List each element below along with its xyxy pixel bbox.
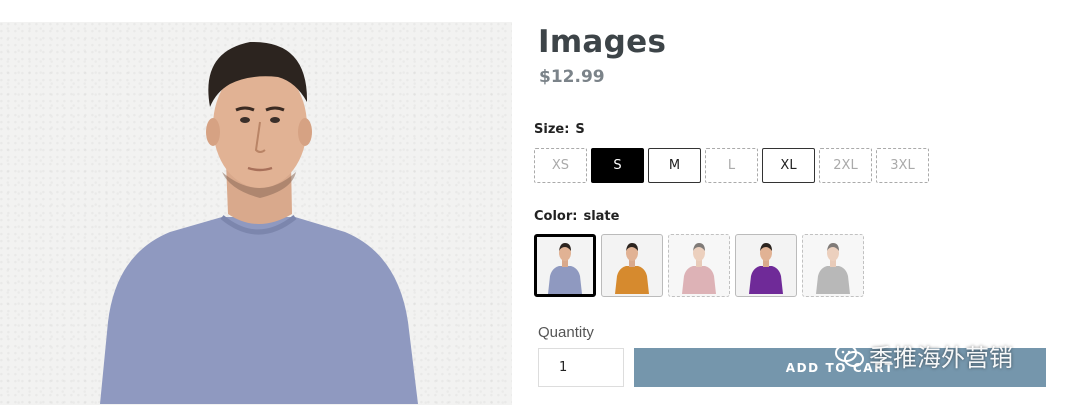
color-selector <box>534 234 864 297</box>
size-option-l[interactable]: L <box>705 148 758 183</box>
size-option-s[interactable]: S <box>591 148 644 183</box>
swatch-thumbnail <box>816 242 850 294</box>
size-option-2xl[interactable]: 2XL <box>819 148 872 183</box>
color-option-label: Color: slate <box>534 209 619 224</box>
product-image <box>0 22 512 405</box>
wechat-icon <box>835 343 864 367</box>
watermark-text: 季推海外营销 <box>869 344 1013 372</box>
color-swatch-rose[interactable] <box>668 234 730 297</box>
size-selected-value: S <box>575 122 585 137</box>
model-photo <box>100 41 418 404</box>
size-option-3xl[interactable]: 3XL <box>876 148 929 183</box>
size-selector: XS S M L XL 2XL 3XL <box>534 148 929 183</box>
size-option-m[interactable]: M <box>648 148 701 183</box>
size-option-xl[interactable]: XL <box>762 148 815 183</box>
swatch-thumbnail <box>682 242 716 294</box>
swatch-thumbnail <box>749 242 783 294</box>
size-label-text: Size: <box>534 122 570 137</box>
product-title: Images <box>538 24 667 60</box>
swatch-thumbnail <box>615 242 649 294</box>
watermark: 季推海外营销 <box>835 338 1013 373</box>
swatch-thumbnail <box>548 242 582 294</box>
size-option-label: Size: S <box>534 122 585 137</box>
color-swatch-slate[interactable] <box>534 234 596 297</box>
size-option-xs[interactable]: XS <box>534 148 587 183</box>
color-selected-value: slate <box>583 209 620 224</box>
quantity-input[interactable] <box>538 348 624 387</box>
color-swatch-orange[interactable] <box>601 234 663 297</box>
product-price: $12.99 <box>539 67 605 87</box>
quantity-label: Quantity <box>538 324 594 341</box>
color-label-text: Color: <box>534 209 578 224</box>
color-swatch-purple[interactable] <box>735 234 797 297</box>
color-swatch-grey[interactable] <box>802 234 864 297</box>
